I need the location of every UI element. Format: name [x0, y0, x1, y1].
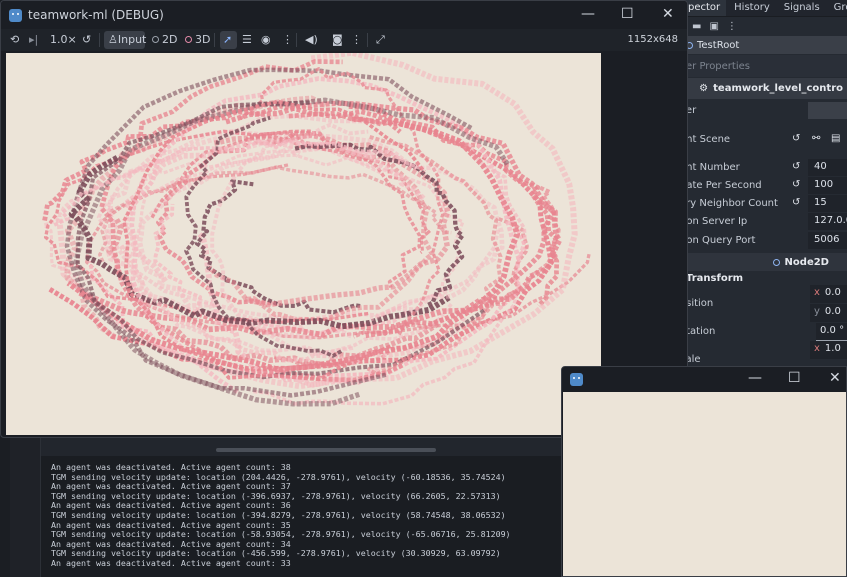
- agent-number-field[interactable]: 40: [808, 159, 847, 176]
- revert-icon[interactable]: ↺: [792, 161, 800, 172]
- tab-groups[interactable]: Grou: [826, 0, 847, 16]
- axis-y-label: y: [814, 306, 820, 317]
- property-label: ent Number: [680, 162, 740, 173]
- save-icon[interactable]: ▣: [709, 21, 718, 32]
- update-per-second-field[interactable]: 100: [808, 177, 847, 194]
- position-y-field[interactable]: y 0.0: [810, 304, 847, 322]
- property-row-python-server-ip: hon Server Ip 127.0.0.: [680, 213, 847, 231]
- godot-logo-icon: [9, 9, 22, 22]
- second-game-window: — ☐ ✕: [561, 366, 847, 577]
- toolbar-divider: [296, 33, 297, 47]
- inspector-root-node[interactable]: TestRoot: [680, 36, 847, 54]
- property-row-query-neighbor-count: ery Neighbor Count ↺ 15: [680, 195, 847, 213]
- gear-icon: ⚙: [699, 83, 709, 94]
- property-label: hon Query Port: [680, 235, 756, 246]
- toolbar-divider: [99, 33, 100, 47]
- transform-section-label[interactable]: Transform: [686, 273, 743, 284]
- property-row-agent-scene: ent Scene ↺ ⚯ ▤: [680, 131, 847, 149]
- list-select-icon[interactable]: ☰: [242, 33, 252, 47]
- window-title: teamwork-ml (DEBUG): [28, 8, 164, 22]
- bottom-dock-sidebar: [10, 436, 40, 577]
- property-row-player: yer: [680, 102, 847, 120]
- close-button[interactable]: ✕: [829, 371, 841, 385]
- property-label: date Per Second: [680, 180, 762, 191]
- radio-icon: [185, 36, 192, 43]
- folder-icon[interactable]: ▬: [692, 21, 701, 32]
- toolbar-divider: [214, 33, 215, 47]
- speaker-icon[interactable]: ◀): [305, 33, 318, 47]
- agent-trail: [85, 163, 591, 340]
- fullscreen-icon[interactable]: ⤢: [376, 33, 385, 47]
- game-toolbar: ⟲ ▸| 1.0× ↺ ♙Input 2D 3D ➚ ☰ ◉ ⋮ ◀) ◙ ⋮ …: [1, 29, 687, 51]
- root-node-label: TestRoot: [697, 39, 740, 51]
- mode-2d-button[interactable]: 2D: [152, 33, 177, 47]
- input-mode-button[interactable]: ♙Input: [108, 33, 146, 47]
- minimize-button[interactable]: —: [581, 7, 595, 21]
- python-server-ip-field[interactable]: 127.0.0.: [808, 213, 847, 230]
- reset-speed-icon[interactable]: ↺: [82, 33, 91, 47]
- script-section-header[interactable]: ⚙ teamwork_level_contro: [680, 78, 847, 99]
- property-row-python-query-port: hon Query Port 5006: [680, 232, 847, 250]
- close-button[interactable]: ✕: [662, 7, 674, 21]
- python-query-port-field[interactable]: 5006: [808, 232, 847, 249]
- agent-trail: [121, 138, 427, 284]
- revert-icon[interactable]: ↺: [792, 197, 800, 208]
- mode-3d-button[interactable]: 3D: [185, 33, 210, 47]
- property-value-player[interactable]: [808, 102, 847, 119]
- minimize-button[interactable]: —: [748, 371, 762, 385]
- resolution-readout: 1152x648: [627, 34, 678, 45]
- visibility-eye-icon[interactable]: ◉: [261, 33, 271, 47]
- joystick-icon: ♙: [108, 33, 118, 46]
- toolbar-divider: [367, 33, 368, 47]
- link-icon[interactable]: ⚯: [812, 133, 820, 144]
- script-name: teamwork_level_contro: [713, 83, 843, 94]
- next-frame-icon[interactable]: ▸|: [29, 33, 38, 47]
- agent-trail: [130, 147, 465, 319]
- clapboard-icon[interactable]: ▤: [831, 133, 840, 144]
- property-label: hon Server Ip: [680, 216, 748, 227]
- kebab-menu-icon[interactable]: ⋮: [282, 33, 293, 47]
- property-row-update-per-second: date Per Second ↺ 100: [680, 177, 847, 195]
- rotation-field[interactable]: 0.0 °: [816, 323, 847, 341]
- kebab-menu-icon[interactable]: ⋮: [351, 33, 362, 47]
- kebab-menu-icon[interactable]: ⋮: [727, 21, 737, 32]
- filter-placeholder: er Properties: [686, 60, 750, 72]
- node2d-section-header[interactable]: Node2D: [680, 253, 847, 271]
- maximize-button[interactable]: ☐: [621, 7, 634, 21]
- maximize-button[interactable]: ☐: [788, 371, 801, 385]
- game-viewport[interactable]: [6, 53, 601, 435]
- camera-override-icon[interactable]: ◙: [332, 33, 343, 47]
- property-label: ery Neighbor Count: [680, 198, 778, 209]
- select-cursor-icon[interactable]: ➚: [223, 33, 232, 47]
- filter-properties-input[interactable]: er Properties: [680, 55, 847, 77]
- query-neighbor-count-field[interactable]: 15: [808, 195, 847, 212]
- revert-icon[interactable]: ↺: [792, 133, 800, 144]
- tab-signals[interactable]: Signals: [776, 0, 826, 16]
- inspector-tabs: pector History Signals Grou: [680, 0, 847, 17]
- position-x-field[interactable]: x 0.0: [810, 285, 847, 303]
- radio-icon: [152, 36, 159, 43]
- node2d-icon: [772, 258, 780, 266]
- log-line: An agent was deactivated. Active agent c…: [51, 557, 291, 568]
- output-log: An agent was deactivated. Active agent c…: [51, 462, 511, 569]
- godot-logo-icon: [570, 373, 583, 386]
- speed-button[interactable]: 1.0×: [50, 33, 77, 47]
- property-row-agent-number: ent Number ↺ 40: [680, 159, 847, 177]
- second-game-viewport[interactable]: [563, 392, 846, 576]
- node2d-label: Node2D: [784, 256, 829, 268]
- window-titlebar[interactable]: — ☐ ✕: [562, 367, 846, 392]
- tab-history[interactable]: History: [726, 0, 776, 16]
- suspend-icon[interactable]: ⟲: [10, 33, 19, 47]
- window-titlebar[interactable]: teamwork-ml (DEBUG) — ☐ ✕: [1, 1, 687, 29]
- agent-trails-canvas: [42, 53, 591, 407]
- inspector-toolbar: ▬ ▣ ⋮: [680, 17, 847, 36]
- revert-icon[interactable]: ↺: [792, 179, 800, 190]
- axis-x-label: x: [814, 287, 820, 298]
- scrollbar-thumb[interactable]: [216, 448, 436, 452]
